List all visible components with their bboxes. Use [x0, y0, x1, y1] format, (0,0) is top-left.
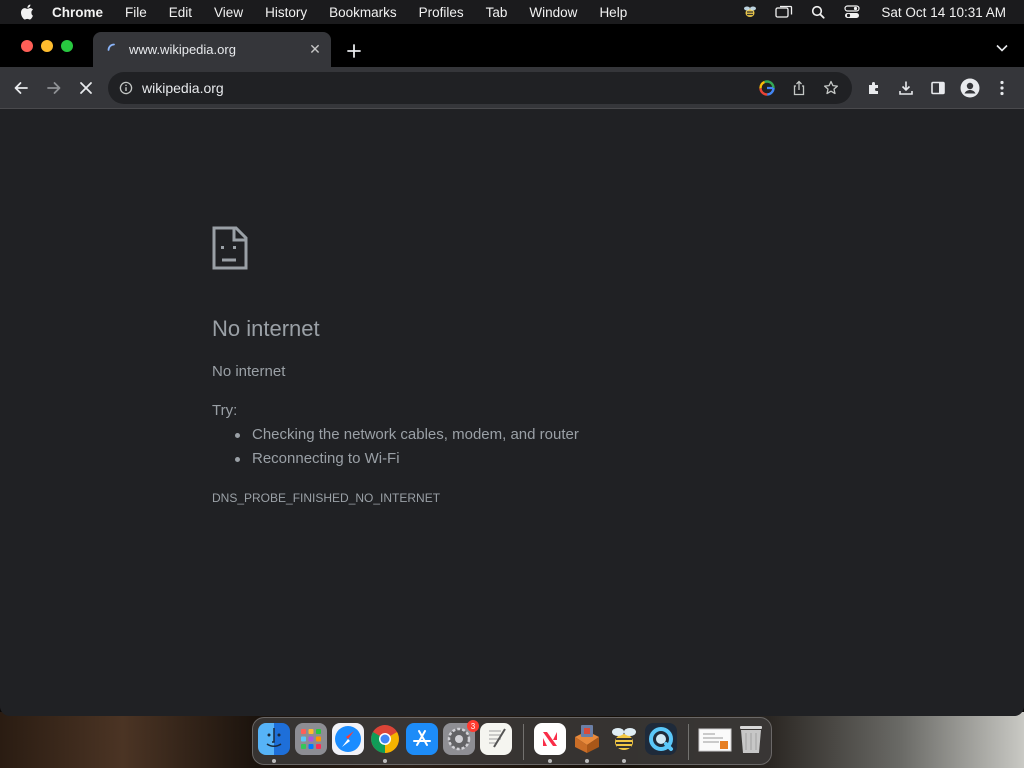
finder-icon[interactable] — [258, 723, 290, 755]
tab-wikipedia[interactable]: www.wikipedia.org ✕ — [93, 32, 331, 67]
menu-tab[interactable]: Tab — [486, 5, 508, 20]
suggestion-list: Checking the network cables, modem, and … — [235, 426, 579, 474]
suggestion-item: Checking the network cables, modem, and … — [235, 426, 579, 450]
site-info-icon[interactable] — [118, 80, 134, 96]
dock-separator — [688, 724, 689, 760]
side-panel-icon[interactable] — [926, 76, 950, 100]
cyberduck-icon[interactable] — [608, 723, 640, 755]
minimize-window-button[interactable] — [41, 40, 53, 52]
menu-profiles[interactable]: Profiles — [419, 5, 464, 20]
settings-notification-badge: 3 — [467, 720, 479, 732]
archive-running-indicator — [585, 759, 589, 763]
screen-mirroring-icon[interactable] — [775, 4, 793, 20]
loading-spinner-icon — [107, 43, 121, 57]
tab-strip: www.wikipedia.org ✕ — [0, 24, 1024, 67]
archive-utility-icon[interactable] — [571, 723, 603, 755]
page-content: No internet No internet Try: Checking th… — [0, 110, 1024, 716]
error-title: No internet — [212, 316, 320, 341]
address-bar[interactable]: wikipedia.org — [108, 72, 852, 104]
browser-window: www.wikipedia.org ✕ wikipedia.org No int… — [0, 24, 1024, 716]
tab-search-chevron-icon[interactable] — [994, 40, 1010, 56]
quicktime-icon[interactable] — [645, 723, 677, 755]
news-icon[interactable] — [534, 723, 566, 755]
textedit-icon[interactable] — [480, 723, 512, 755]
menu-view[interactable]: View — [214, 5, 243, 20]
close-window-button[interactable] — [21, 40, 33, 52]
address-bar-url[interactable]: wikipedia.org — [142, 80, 756, 96]
app-store-icon[interactable] — [406, 723, 438, 755]
new-tab-button[interactable] — [342, 39, 366, 63]
control-center-icon[interactable] — [843, 4, 861, 20]
apple-icon[interactable] — [18, 3, 36, 21]
menu-bar-clock[interactable]: Sat Oct 14 10:31 AM — [881, 5, 1006, 20]
browser-toolbar: wikipedia.org — [0, 67, 1024, 109]
profile-avatar-icon[interactable] — [958, 76, 982, 100]
extensions-puzzle-icon[interactable] — [862, 76, 886, 100]
chrome-running-indicator — [383, 759, 387, 763]
menu-bookmarks[interactable]: Bookmarks — [329, 5, 397, 20]
document-preview-icon[interactable] — [697, 723, 733, 755]
news-running-indicator — [548, 759, 552, 763]
chrome-menu-icon[interactable] — [990, 76, 1014, 100]
sad-page-icon — [212, 226, 248, 270]
dock: 3 — [252, 717, 772, 765]
bookmark-star-icon[interactable] — [820, 77, 842, 99]
menu-window[interactable]: Window — [529, 5, 577, 20]
menu-bar: Chrome File Edit View History Bookmarks … — [0, 0, 1024, 24]
forward-button[interactable] — [42, 76, 66, 100]
menu-edit[interactable]: Edit — [169, 5, 192, 20]
menu-app-chrome[interactable]: Chrome — [52, 5, 103, 20]
menu-history[interactable]: History — [265, 5, 307, 20]
menu-bar-extras: Sat Oct 14 10:31 AM — [741, 0, 1006, 24]
safari-icon[interactable] — [332, 723, 364, 755]
cyberduck-running-indicator — [622, 759, 626, 763]
menu-help[interactable]: Help — [599, 5, 627, 20]
bee-status-icon[interactable] — [741, 4, 759, 20]
spotlight-search-icon[interactable] — [809, 4, 827, 20]
back-button[interactable] — [9, 76, 33, 100]
error-code: DNS_PROBE_FINISHED_NO_INTERNET — [212, 491, 441, 505]
tab-title: www.wikipedia.org — [129, 42, 236, 57]
dock-separator — [523, 724, 524, 760]
tab-close-icon[interactable]: ✕ — [305, 40, 325, 60]
trash-icon[interactable] — [735, 723, 767, 755]
stop-loading-button[interactable] — [74, 76, 98, 100]
chrome-icon[interactable] — [369, 723, 401, 755]
downloads-icon[interactable] — [894, 76, 918, 100]
system-settings-icon[interactable]: 3 — [443, 720, 479, 755]
finder-running-indicator — [272, 759, 276, 763]
error-subtitle: No internet — [212, 363, 286, 380]
suggestion-item: Reconnecting to Wi-Fi — [235, 450, 579, 474]
google-lens-icon[interactable] — [756, 77, 778, 99]
share-icon[interactable] — [788, 77, 810, 99]
try-label: Try: — [212, 402, 238, 419]
launchpad-icon[interactable] — [295, 723, 327, 755]
zoom-window-button[interactable] — [61, 40, 73, 52]
menu-file[interactable]: File — [125, 5, 147, 20]
